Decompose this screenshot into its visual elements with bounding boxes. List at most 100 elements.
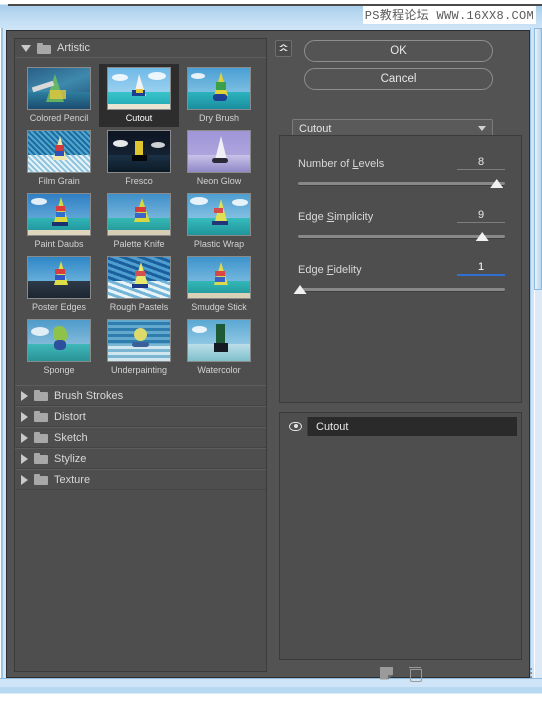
trash-icon[interactable] [409,666,422,682]
triangle-right-icon[interactable] [21,390,28,401]
collapsed-category-list: Brush Strokes Distort Sketch Stylize Tex… [15,385,266,490]
filter-thumbnail [187,319,251,362]
filter-label: Cutout [125,113,153,123]
filter-thumbnail [107,67,171,110]
watermark-text: PS教程论坛 WWW.16XX8.COM [362,6,536,24]
category-row-stylize[interactable]: Stylize [15,448,266,469]
parameter-value-input[interactable]: 1 [457,261,505,276]
effect-layers-panel: Cutout [279,412,522,660]
category-row-distort[interactable]: Distort [15,406,266,427]
filter-item-colored-pencil[interactable]: Colored Pencil [19,64,99,127]
triangle-right-icon[interactable] [21,411,28,422]
double-chevron-up-icon [279,44,288,53]
filter-item-fresco[interactable]: Fresco [99,127,179,190]
thumbnail-row: Poster Edges Rough Pastels Smudge Stick [19,253,262,316]
window-title-strip: PS教程论坛 WWW.16XX8.COM [0,0,542,30]
parameter-slider[interactable] [298,232,505,242]
filter-item-sponge[interactable]: Sponge [19,316,99,379]
effect-layer-row[interactable]: Cutout [284,417,517,436]
slider-track[interactable] [298,182,505,185]
category-header-artistic[interactable]: Artistic [15,39,266,58]
filter-item-smudge-stick[interactable]: Smudge Stick [179,253,259,316]
window-vertical-scrollbar[interactable] [530,28,542,678]
chevron-down-icon [478,126,486,131]
filter-item-underpainting[interactable]: Underpainting [99,316,179,379]
filter-thumbnail [107,193,171,236]
filter-select-value: Cutout [299,122,332,135]
category-row-texture[interactable]: Texture [15,469,266,490]
category-label: Brush Strokes [54,389,124,402]
thumbnail-row: Colored Pencil Cutout Dry Brush [19,64,262,127]
photoshop-filter-gallery-window: PS教程论坛 WWW.16XX8.COM Artistic Colored Pe… [0,0,542,704]
category-row-sketch[interactable]: Sketch [15,427,266,448]
slider-track[interactable] [298,288,505,291]
filter-label: Plastic Wrap [193,239,245,249]
folder-icon [34,432,48,443]
filter-thumbnail [27,193,91,236]
filter-label: Rough Pastels [109,302,169,312]
triangle-right-icon[interactable] [21,453,28,464]
filter-thumbnail [187,256,251,299]
filter-thumbnail [27,67,91,110]
parameter-panel: Number of Levels 8 Edge Simplicity 9 Edg… [279,135,522,403]
category-row-brush-strokes[interactable]: Brush Strokes [15,385,266,406]
parameter-value-input[interactable]: 9 [457,209,505,223]
filter-label: Fresco [125,176,153,186]
slider-track[interactable] [298,235,505,238]
filter-thumbnail [187,67,251,110]
filter-item-plastic-wrap[interactable]: Plastic Wrap [179,190,259,253]
filter-thumbnail [187,130,251,173]
filter-item-neon-glow[interactable]: Neon Glow [179,127,259,190]
cancel-button[interactable]: Cancel [304,68,493,90]
triangle-down-icon[interactable] [21,44,31,52]
category-label: Distort [54,410,86,423]
folder-icon [37,42,51,54]
thumbnail-row: Film Grain Fresco Neon Glow [19,127,262,190]
ok-button[interactable]: OK [304,40,493,62]
parameter-label: Number of Levels [298,158,385,170]
filter-item-palette-knife[interactable]: Palette Knife [99,190,179,253]
triangle-right-icon[interactable] [21,474,28,485]
category-label: Texture [54,473,91,486]
folder-icon [34,453,48,464]
layer-visibility-toggle[interactable] [284,417,308,436]
parameter-number-of-levels: Number of Levels 8 [298,154,505,189]
eye-icon [289,422,302,431]
collapse-panel-button[interactable] [275,40,292,57]
category-label: Stylize [54,452,87,465]
filter-thumbnail [107,130,171,173]
filter-thumbnail [27,130,91,173]
thumbnail-row: Paint Daubs Palette Knife Plastic Wrap [19,190,262,253]
filter-thumbnail [107,319,171,362]
filter-item-rough-pastels[interactable]: Rough Pastels [99,253,179,316]
filter-label: Palette Knife [113,239,165,249]
filter-item-cutout[interactable]: Cutout [99,64,179,127]
parameter-value-input[interactable]: 8 [457,156,505,170]
parameter-edge-fidelity: Edge Fidelity 1 [293,260,505,295]
filter-thumbnail [27,256,91,299]
filter-item-film-grain[interactable]: Film Grain [19,127,99,190]
filter-item-paint-daubs[interactable]: Paint Daubs [19,190,99,253]
filter-label: Sponge [43,365,75,375]
parameter-label: Edge Simplicity [298,211,374,223]
filter-label: Underpainting [110,365,168,375]
new-effect-layer-icon[interactable] [380,666,393,680]
filter-item-dry-brush[interactable]: Dry Brush [179,64,259,127]
filter-thumbnail-grid: Colored Pencil Cutout Dry Brush Film Gra… [15,58,266,381]
parameter-slider[interactable] [293,285,505,295]
filter-thumbnail [27,319,91,362]
filter-label: Poster Edges [31,302,87,312]
parameter-edge-simplicity: Edge Simplicity 9 [298,207,505,242]
triangle-right-icon[interactable] [21,432,28,443]
parameter-slider[interactable] [298,179,505,189]
filter-thumbnail [107,256,171,299]
scrollbar-thumb[interactable] [534,28,542,290]
filter-label: Paint Daubs [34,239,84,249]
filter-label: Colored Pencil [29,113,89,123]
layer-name: Cutout [316,420,349,433]
folder-icon [34,474,48,485]
filter-browser-panel[interactable]: Artistic Colored Pencil Cutout Dry Brush… [14,38,267,672]
filter-item-watercolor[interactable]: Watercolor [179,316,259,379]
folder-icon [34,390,48,401]
filter-item-poster-edges[interactable]: Poster Edges [19,253,99,316]
